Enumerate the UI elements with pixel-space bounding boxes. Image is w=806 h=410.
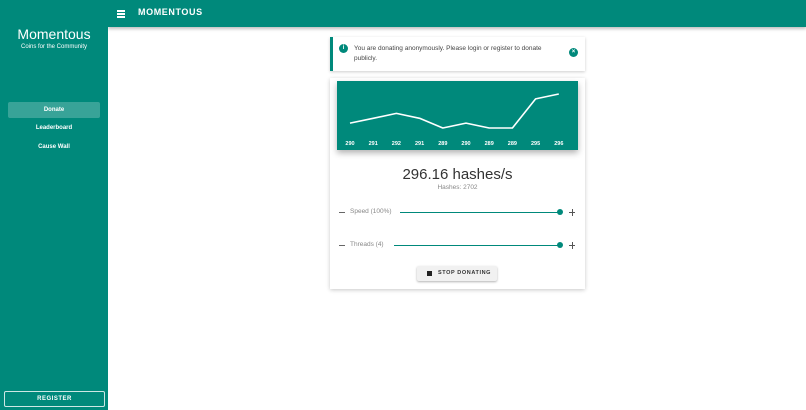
stop-donating-button[interactable]: STOP DONATING bbox=[417, 266, 497, 281]
sidebar-item-leaderboard[interactable]: Leaderboard bbox=[8, 120, 100, 136]
alert-message: You are donating anonymously. Please log… bbox=[354, 45, 542, 62]
hashrate-value: 296.16 hashes/s bbox=[402, 166, 513, 183]
info-icon: i bbox=[339, 44, 348, 53]
speed-increase-button[interactable] bbox=[568, 206, 576, 218]
x-tick-label: 289 bbox=[508, 141, 517, 147]
x-tick-label: 289 bbox=[485, 141, 494, 147]
anonymous-donation-alert: i You are donating anonymously. Please l… bbox=[330, 37, 585, 71]
stop-donating-label: STOP DONATING bbox=[438, 270, 492, 276]
brand-name: Momentous bbox=[17, 26, 91, 42]
x-tick-label: 292 bbox=[392, 141, 401, 147]
stop-icon bbox=[427, 271, 432, 276]
threads-increase-button[interactable] bbox=[568, 239, 576, 251]
threads-label: Threads (4) bbox=[350, 241, 384, 248]
threads-slider-thumb[interactable] bbox=[557, 242, 563, 248]
menu-icon[interactable] bbox=[116, 6, 130, 20]
speed-slider-track[interactable] bbox=[400, 212, 560, 214]
x-tick-label: 295 bbox=[531, 141, 540, 147]
hashrate-series-line bbox=[349, 93, 559, 129]
x-tick-label: 290 bbox=[461, 141, 470, 147]
sidebar-item-cause-wall[interactable]: Cause Wall bbox=[8, 139, 100, 155]
threads-decrease-button[interactable] bbox=[338, 239, 346, 251]
register-button[interactable]: REGISTER bbox=[4, 391, 105, 407]
page-title: MOMENTOUS bbox=[138, 7, 203, 17]
top-app-bar: MOMENTOUS bbox=[108, 0, 806, 27]
threads-slider-row: Threads (4) bbox=[338, 239, 578, 251]
brand-tagline: Coins for the Community bbox=[20, 44, 88, 50]
hashrate-chart: 290 291 292 291 289 290 289 289 295 296 bbox=[337, 81, 578, 150]
hashrate-chart-svg: 290 291 292 291 289 290 289 289 295 296 bbox=[345, 93, 563, 147]
close-icon[interactable]: × bbox=[569, 48, 578, 57]
x-tick-label: 291 bbox=[415, 141, 424, 147]
speed-slider-thumb[interactable] bbox=[557, 209, 563, 215]
x-tick-label: 291 bbox=[369, 141, 378, 147]
sidebar-item-donate[interactable]: Donate bbox=[8, 102, 100, 118]
x-tick-label: 289 bbox=[438, 141, 447, 147]
threads-slider-track[interactable] bbox=[394, 245, 560, 247]
x-tick-label: 290 bbox=[345, 141, 354, 147]
sidebar: Momentous Coins for the Community Donate… bbox=[0, 0, 108, 410]
speed-decrease-button[interactable] bbox=[338, 206, 346, 218]
total-hashes: Hashes: 2702 bbox=[437, 184, 478, 191]
speed-label: Speed (100%) bbox=[350, 208, 392, 215]
x-tick-label: 296 bbox=[554, 141, 563, 147]
speed-slider-row: Speed (100%) bbox=[338, 206, 578, 218]
